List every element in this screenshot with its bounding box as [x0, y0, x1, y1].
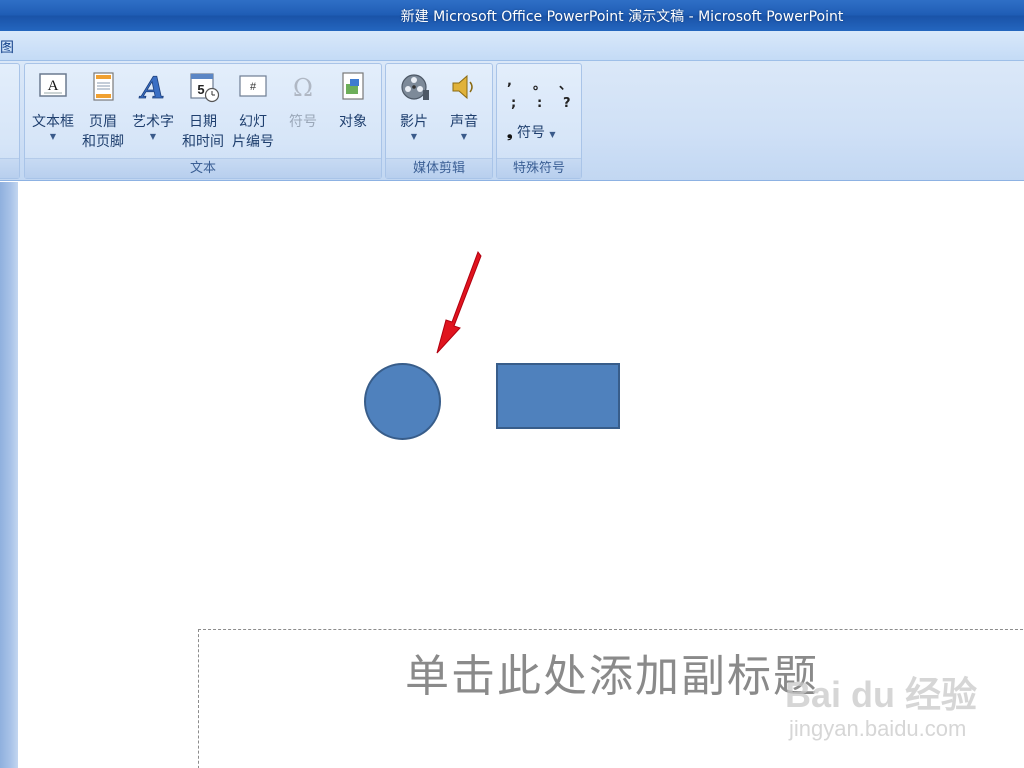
watermark-url: jingyan.baidu.com: [789, 716, 967, 741]
baidu-watermark: Bai du 经验 jingyan.baidu.com: [785, 660, 985, 760]
watermark-brand: Bai du 经验: [785, 674, 978, 715]
